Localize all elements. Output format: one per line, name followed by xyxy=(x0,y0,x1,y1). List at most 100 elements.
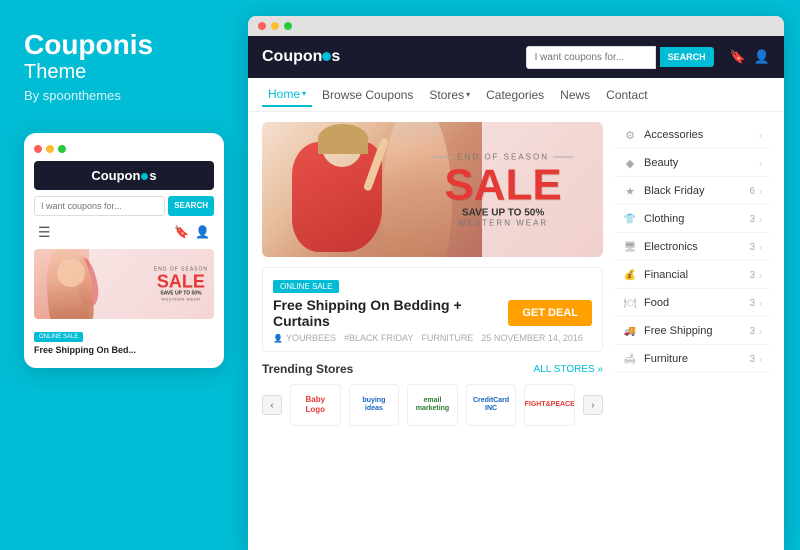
clothing-icon: 👕 xyxy=(623,212,637,226)
subnav-home[interactable]: Home ▾ xyxy=(262,83,312,107)
sidebar-item-left: 🍽 Food xyxy=(623,296,669,310)
trending-header: Trending Stores ALL STORES » xyxy=(262,362,603,376)
hero-sale-label: SALE xyxy=(433,163,573,207)
hamburger-icon[interactable]: ☰ xyxy=(38,224,51,241)
left-panel: Couponis Theme By spoonthemes Coupons SE… xyxy=(0,0,248,550)
clothing-label: Clothing xyxy=(644,213,684,225)
mobile-mockup: Coupons SEARCH ☰ 🔖 👤 END OF SEASON xyxy=(24,133,224,368)
sidebar-item-beauty[interactable]: ◆ Beauty › xyxy=(615,150,770,177)
store-logo-creditcardinc-text: CreditCardINC xyxy=(473,397,509,414)
brand-subtitle: Theme xyxy=(24,61,224,84)
food-label: Food xyxy=(644,297,669,309)
mockup-sale-label: SALE xyxy=(154,272,208,290)
hero-text: END OF SEASON SALE SAVE UP TO 50% WESTER… xyxy=(433,152,573,227)
store-logo-fightpeace[interactable]: FIGHT&PEACE xyxy=(524,384,575,426)
financial-chevron: › xyxy=(759,270,762,280)
bookmark-icon[interactable]: 🔖 xyxy=(174,225,189,239)
mockup-right-icons: 🔖 👤 xyxy=(174,225,210,239)
browser-content: Coupons SEARCH 🔖 👤 Home ▾ Browse Coupons xyxy=(248,36,784,550)
categories-sidebar: ⚙ Accessories › ◆ Beauty › xyxy=(615,122,770,540)
accessories-icon: ⚙ xyxy=(623,128,637,142)
trending-section: Trending Stores ALL STORES » ‹ BabyLogo … xyxy=(262,362,603,426)
stores-prev-button[interactable]: ‹ xyxy=(262,395,282,415)
sidebar-item-freeshipping[interactable]: 🚚 Free Shipping 3 › xyxy=(615,318,770,345)
subnav-categories[interactable]: Categories xyxy=(480,84,550,106)
freeshipping-chevron: › xyxy=(759,326,762,336)
food-chevron: › xyxy=(759,298,762,308)
stores-next-button[interactable]: › xyxy=(583,395,603,415)
electronics-icon: 🖥 xyxy=(623,240,637,254)
sidebar-item-electronics[interactable]: 🖥 Electronics 3 › xyxy=(615,234,770,261)
store-logo-fightpeace-text: FIGHT&PEACE xyxy=(525,401,575,409)
blackfriday-icon: ★ xyxy=(623,184,637,198)
mockup-dot-red xyxy=(34,145,42,153)
sidebar-item-financial[interactable]: 💰 Financial 3 › xyxy=(615,262,770,289)
clothing-chevron: › xyxy=(759,214,762,224)
sidebar-item-left: 💰 Financial xyxy=(623,268,688,282)
furniture-chevron: › xyxy=(759,354,762,364)
mockup-navbar: Coupons xyxy=(34,161,214,190)
subnav-contact-label: Contact xyxy=(606,88,647,102)
mockup-sale-text: END OF SEASON SALE SAVE UP TO 50% WESTER… xyxy=(154,266,208,301)
subnav-news[interactable]: News xyxy=(554,84,596,106)
financial-label: Financial xyxy=(644,269,688,281)
store-logo-emailmarketing[interactable]: emailmarketing xyxy=(407,384,458,426)
deal-meta-tag1: #BLACK FRIDAY xyxy=(344,333,413,343)
blackfriday-chevron: › xyxy=(759,186,762,196)
freeshipping-count: 3 xyxy=(749,326,755,337)
content-column: END OF SEASON SALE SAVE UP TO 50% WESTER… xyxy=(262,122,603,540)
mockup-hero-banner: END OF SEASON SALE SAVE UP TO 50% WESTER… xyxy=(34,249,214,319)
sidebar-item-food[interactable]: 🍽 Food 3 › xyxy=(615,290,770,317)
mockup-badge: ONLINE SALE xyxy=(34,332,83,342)
subnav-stores[interactable]: Stores ▾ xyxy=(423,84,476,106)
mockup-search-input[interactable] xyxy=(34,196,165,216)
subnav-news-label: News xyxy=(560,88,590,102)
beauty-chevron: › xyxy=(759,158,762,168)
header-search-input[interactable] xyxy=(526,46,656,69)
brand-title: Couponis xyxy=(24,30,224,61)
store-logo-babylogo[interactable]: BabyLogo xyxy=(290,384,341,426)
blackfriday-count: 6 xyxy=(749,186,755,197)
browser-dot-yellow xyxy=(271,22,279,30)
trending-stores-row: ‹ BabyLogo buyingideas emailmarketing Cr… xyxy=(262,384,603,426)
user-meta-icon: 👤 xyxy=(273,334,283,343)
sidebar-item-furniture[interactable]: 🛋 Furniture 3 › xyxy=(615,346,770,373)
sidebar-item-left: 👕 Clothing xyxy=(623,212,684,226)
subnav-categories-label: Categories xyxy=(486,88,544,102)
brand-by: By spoonthemes xyxy=(24,88,224,103)
store-logo-babylogo-text: BabyLogo xyxy=(306,395,326,414)
subnav-stores-label: Stores xyxy=(429,88,464,102)
deal-meta-user: 👤 YOURBEES xyxy=(273,333,336,343)
sidebar-item-clothing[interactable]: 👕 Clothing 3 › xyxy=(615,206,770,233)
freeshipping-icon: 🚚 xyxy=(623,324,637,338)
food-icon: 🍽 xyxy=(623,296,637,310)
browser-dot-green xyxy=(284,22,292,30)
sidebar-item-accessories[interactable]: ⚙ Accessories › xyxy=(615,122,770,149)
electronics-label: Electronics xyxy=(644,241,698,253)
sidebar-item-left: 🚚 Free Shipping xyxy=(623,324,713,338)
header-user-icon[interactable]: 👤 xyxy=(754,49,770,65)
store-logo-creditcardinc[interactable]: CreditCardINC xyxy=(466,384,517,426)
header-search-button[interactable]: SEARCH xyxy=(660,47,714,67)
user-icon[interactable]: 👤 xyxy=(195,225,210,239)
beauty-label: Beauty xyxy=(644,157,678,169)
store-logo-buyingideas[interactable]: buyingideas xyxy=(349,384,400,426)
furniture-icon: 🛋 xyxy=(623,352,637,366)
mockup-dot-green xyxy=(58,145,66,153)
mockup-search-button[interactable]: SEARCH xyxy=(168,196,214,216)
site-logo: Coupons xyxy=(262,48,340,66)
mockup-window-dots xyxy=(34,145,214,153)
financial-count: 3 xyxy=(749,270,755,281)
get-deal-button[interactable]: GET DEAL xyxy=(508,300,592,326)
sidebar-item-blackfriday[interactable]: ★ Black Friday 6 › xyxy=(615,178,770,205)
header-bookmark-icon[interactable]: 🔖 xyxy=(730,49,746,65)
hero-banner: END OF SEASON SALE SAVE UP TO 50% WESTER… xyxy=(262,122,603,257)
financial-icon: 💰 xyxy=(623,268,637,282)
blackfriday-label: Black Friday xyxy=(644,185,705,197)
subnav-contact[interactable]: Contact xyxy=(600,84,653,106)
mockup-deal-title: Free Shipping On Bed... xyxy=(34,345,214,356)
deal-row: Free Shipping On Bedding + Curtains GET … xyxy=(273,297,592,329)
accessories-label: Accessories xyxy=(644,129,703,141)
all-stores-link[interactable]: ALL STORES » xyxy=(534,364,603,375)
subnav-browse-coupons[interactable]: Browse Coupons xyxy=(316,84,419,106)
